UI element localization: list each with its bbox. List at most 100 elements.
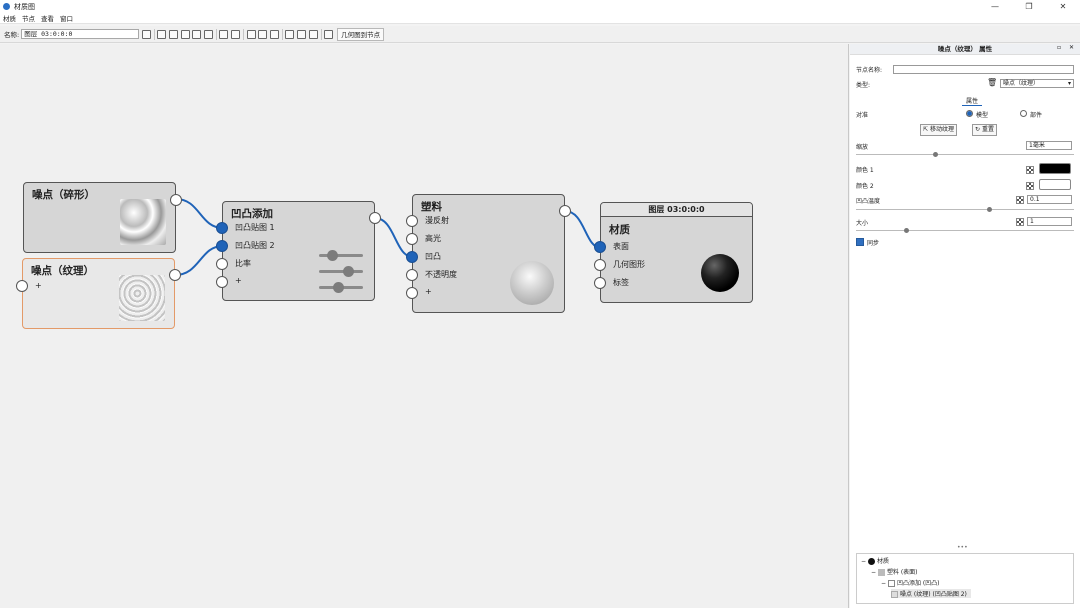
copy-icon[interactable] <box>219 29 229 39</box>
input-port[interactable] <box>216 240 228 252</box>
layout-icon[interactable] <box>168 29 178 39</box>
texture-icon[interactable] <box>1016 218 1024 226</box>
output-port[interactable] <box>170 194 182 206</box>
port-label: 高光 <box>425 234 441 243</box>
bump-depth-field[interactable]: 0.1 <box>1027 195 1072 204</box>
close-icon[interactable]: ✕ <box>1069 44 1074 51</box>
maximize-button[interactable]: ❐ <box>1012 0 1046 13</box>
target-part-radio[interactable] <box>1020 110 1027 117</box>
tree-item-selected[interactable]: 噪点 (纹理) (凹凸贴图 2) <box>891 589 971 598</box>
texture-icon <box>891 591 898 598</box>
output-port[interactable] <box>169 269 181 281</box>
texture-icon[interactable] <box>1026 166 1034 174</box>
port-label: + <box>235 276 242 285</box>
port-label: 表面 <box>613 242 629 251</box>
search-icon[interactable] <box>258 29 268 39</box>
port-label: 不透明度 <box>425 270 457 279</box>
node-noise-fractal[interactable]: 噪点（碎形） <box>23 182 182 253</box>
menu-material[interactable]: 材质 <box>3 13 16 23</box>
input-port[interactable] <box>594 241 606 253</box>
size-label: 大小 <box>856 220 869 227</box>
image-icon[interactable] <box>246 29 256 39</box>
tab-properties[interactable]: 属性 <box>962 96 983 106</box>
toolbar-divider <box>153 28 155 40</box>
input-port[interactable] <box>406 269 418 281</box>
port-label: 凹凸贴图 2 <box>235 241 275 250</box>
color1-swatch[interactable] <box>1039 163 1071 174</box>
plastic-preview <box>510 261 554 305</box>
trash-icon[interactable] <box>230 29 240 39</box>
type-dropdown[interactable]: 噪点（纹理） ▾ <box>1000 79 1074 88</box>
reset-icon: ↻ <box>975 126 982 133</box>
target-model-radio[interactable] <box>966 110 973 117</box>
name-field[interactable]: 图层 03:0:0:0 <box>21 29 140 39</box>
input-port[interactable] <box>406 287 418 299</box>
output-port[interactable] <box>559 205 571 217</box>
tree-item[interactable]: − 材质 <box>861 556 889 565</box>
texture-icon[interactable] <box>1026 182 1034 190</box>
sphere-icon[interactable] <box>157 29 167 39</box>
node-name-field[interactable] <box>893 65 1074 74</box>
rotate-icon[interactable] <box>180 29 190 39</box>
scale-field[interactable]: 1毫米 <box>1026 141 1072 150</box>
slider-knob[interactable] <box>987 207 992 212</box>
input-port[interactable] <box>406 215 418 227</box>
align-icon[interactable] <box>192 29 202 39</box>
move-texture-button[interactable]: ⇱ 移动纹理 <box>920 124 957 136</box>
frame-icon[interactable] <box>296 29 306 39</box>
tree-item-label: 塑料 (表面) <box>886 569 918 576</box>
input-port[interactable] <box>216 276 228 288</box>
node-title: 噪点（碎形） <box>32 189 95 201</box>
minimize-button[interactable]: — <box>978 0 1012 13</box>
menu-window[interactable]: 窗口 <box>60 13 73 23</box>
node-material[interactable]: 图层 03:0:0:0 材质 表面 几何图形 标签 <box>594 202 753 303</box>
slider-knob[interactable] <box>904 228 909 233</box>
input-port[interactable] <box>406 233 418 245</box>
input-port[interactable] <box>594 277 606 289</box>
grid-icon[interactable] <box>285 29 295 39</box>
port-label: + <box>35 281 42 290</box>
node-plastic[interactable]: 塑料 漫反射 高光 凹凸 不透明度 + <box>406 194 571 313</box>
tree-item-label: 凹凸添加 (凹凸) <box>896 580 940 587</box>
input-port[interactable] <box>594 259 606 271</box>
warning-icon[interactable] <box>203 29 213 39</box>
float-icon[interactable]: ▫ <box>1057 44 1061 51</box>
move-icon: ⇱ <box>923 126 930 133</box>
input-port[interactable] <box>16 280 28 292</box>
menu-node[interactable]: 节点 <box>22 13 35 23</box>
arrange-icon[interactable] <box>324 29 334 39</box>
panel-icon[interactable] <box>308 29 318 39</box>
geometry-to-node-button[interactable]: 几何图到节点 <box>337 27 385 41</box>
port-label: + <box>425 287 432 296</box>
slider-knob[interactable] <box>933 152 938 157</box>
bump-depth-slider[interactable] <box>856 207 1074 212</box>
port-label: 标签 <box>613 278 629 287</box>
save-icon[interactable] <box>141 29 151 39</box>
title-bar: 材质图 — ❐ ✕ <box>0 0 1080 13</box>
input-port[interactable] <box>216 258 228 270</box>
reset-label: 重置 <box>981 126 994 133</box>
node-noise-texture[interactable]: 噪点（纹理） + <box>16 258 181 329</box>
size-slider[interactable] <box>856 228 1074 233</box>
link-icon[interactable] <box>269 29 279 39</box>
tree-item[interactable]: − 塑料 (表面) <box>871 567 918 576</box>
texture-icon[interactable] <box>1016 196 1024 204</box>
node-canvas[interactable]: 噪点（碎形） 噪点（纹理） + 凹凸添加 凹凸贴图 1 凹凸贴图 2 比率 + <box>0 44 849 608</box>
texture-preview <box>120 199 166 245</box>
node-name-label: 节点名称: <box>856 67 883 74</box>
node-bump-add[interactable]: 凹凸添加 凹凸贴图 1 凹凸贴图 2 比率 + <box>216 201 381 301</box>
color2-swatch[interactable] <box>1039 179 1071 190</box>
scale-slider[interactable] <box>856 152 1074 157</box>
input-port[interactable] <box>216 222 228 234</box>
trash-icon[interactable]: 🗑 <box>987 78 997 87</box>
tree-item[interactable]: − 凹凸添加 (凹凸) <box>881 578 940 587</box>
output-port[interactable] <box>369 212 381 224</box>
size-field[interactable]: 1 <box>1027 217 1072 226</box>
menu-view[interactable]: 查看 <box>41 13 54 23</box>
splitter-handle[interactable]: ••• <box>957 544 968 551</box>
reset-button[interactable]: ↻ 重置 <box>972 124 997 136</box>
input-port[interactable] <box>406 251 418 263</box>
close-button[interactable]: ✕ <box>1046 0 1080 13</box>
plastic-icon <box>877 569 885 576</box>
sync-checkbox[interactable] <box>856 238 864 246</box>
